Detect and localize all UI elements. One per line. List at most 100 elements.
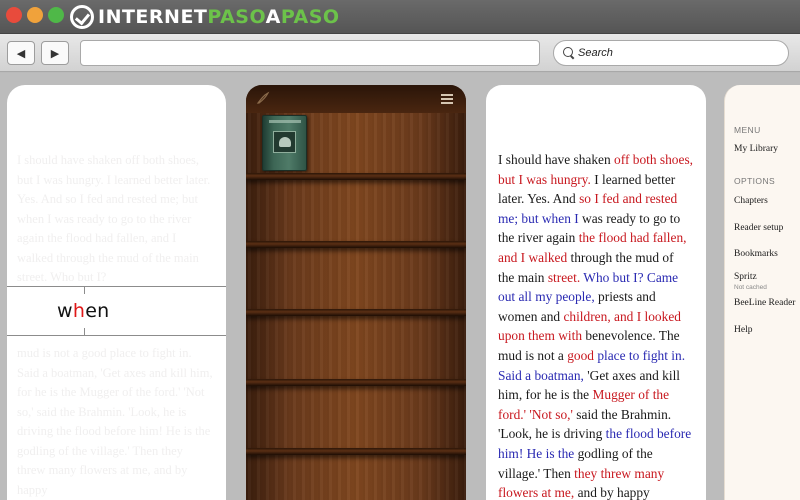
close-window-button[interactable] — [6, 7, 22, 23]
book-cover[interactable] — [262, 115, 307, 171]
menu-item-my-library[interactable]: My Library — [734, 144, 778, 154]
window-titlebar: INTERNETPASOAPASO — [0, 0, 800, 34]
reading-segment: godling of the — [574, 445, 653, 461]
reading-segment: me; but when I — [498, 210, 579, 226]
reading-segment: children, and I looked — [563, 308, 681, 324]
reading-segment: was ready to go to — [578, 210, 681, 226]
reading-segment: I should have shaken — [498, 152, 615, 167]
reading-segment: women and — [498, 308, 564, 324]
options-heading: OPTIONS — [734, 176, 776, 186]
reading-segment: so I fed and rested — [579, 191, 678, 207]
shelf-2 — [246, 241, 466, 248]
reading-panel[interactable]: I should have shaken off both shoes, but … — [486, 85, 706, 500]
reading-segment: they threw many — [574, 465, 665, 481]
reading-line: him! He is the godling of the — [498, 444, 703, 464]
menu-item-reader-setup[interactable]: Reader setup — [734, 223, 783, 233]
faded-text-bottom: mud is not a good place to fight in. Sai… — [17, 346, 213, 497]
reading-line: I should have shaken off both shoes, — [498, 150, 703, 170]
back-button[interactable]: ◀ — [7, 41, 35, 65]
reading-segment: 'Get axes and kill — [583, 367, 681, 383]
reading-segment: mud is not a — [498, 347, 568, 363]
flasher-bottom-rule — [7, 335, 226, 336]
search-input[interactable]: Search — [553, 40, 789, 66]
menu-item-spritz[interactable]: Spritz — [734, 272, 757, 282]
forward-arrow-icon: ▶ — [50, 47, 60, 60]
reading-segment: good — [567, 347, 594, 363]
site-logo: INTERNETPASOAPASO — [70, 4, 340, 30]
app-content: I should have shaken off both shoes, but… — [0, 73, 800, 500]
reading-segment: village.' Then — [498, 465, 575, 481]
reading-segment: the main — [498, 269, 548, 285]
reading-segment: off both shoes, — [614, 152, 694, 167]
flasher-bottom-tick — [84, 328, 85, 336]
maximize-window-button[interactable] — [48, 7, 64, 23]
minimize-window-button[interactable] — [27, 7, 43, 23]
reading-segment: him, for he is the — [498, 387, 593, 403]
search-placeholder: Search — [578, 47, 613, 59]
reading-line: out all my people, priests and — [498, 287, 703, 307]
reading-line: flowers at me, and by happy — [498, 483, 703, 500]
options-menu-panel: MENU My Library OPTIONS Chapters Reader … — [724, 85, 800, 500]
quill-icon[interactable] — [256, 91, 270, 105]
reading-segment: the flood had fallen, — [578, 230, 687, 246]
reading-line: but I was hungry. I learned better — [498, 170, 703, 190]
reading-segment: through the mud of — [567, 249, 674, 265]
hamburger-menu-icon[interactable] — [441, 94, 453, 104]
reading-segment: upon them with — [498, 328, 583, 344]
reading-segment: place to fight in. — [593, 347, 686, 363]
reading-segment: later. Yes. And — [498, 191, 580, 207]
reading-line: ford.' 'Not so,' said the Brahmin. — [498, 405, 703, 425]
reading-text: I should have shaken off both shoes, but … — [498, 150, 703, 500]
reading-line: the river again the flood had fallen, — [498, 228, 703, 248]
reading-line: me; but when I was ready to go to — [498, 209, 703, 229]
elephant-icon — [279, 137, 291, 147]
reading-line: upon them with benevolence. The — [498, 326, 703, 346]
reading-segment: priests and — [594, 289, 656, 305]
bookshelf-header — [246, 85, 466, 113]
reading-line: and I walked through the mud of — [498, 248, 703, 268]
menu-item-bookmarks[interactable]: Bookmarks — [734, 249, 778, 259]
reading-segment: Who but I? Came — [580, 269, 679, 285]
reading-segment: the flood before — [605, 426, 692, 442]
reading-segment: street. — [547, 269, 581, 285]
shelf-1 — [246, 173, 466, 180]
reading-segment: I learned better — [590, 171, 676, 187]
reading-line: 'Look, he is driving the flood before — [498, 424, 703, 444]
reading-line: later. Yes. And so I fed and rested — [498, 189, 703, 209]
faded-text-top: I should have shaken off both shoes, but… — [17, 153, 211, 284]
reading-segment: but I was hungry. — [498, 171, 591, 187]
shelf-5 — [246, 448, 466, 455]
reading-segment: benevolence. The — [582, 328, 680, 344]
reading-segment: and I walked — [498, 249, 568, 265]
logo-check-icon — [70, 5, 94, 29]
reading-segment: said the Brahmin. — [572, 406, 672, 422]
browser-toolbar: ◀ ▶ Search — [0, 34, 800, 72]
library-bookshelf-panel — [246, 85, 466, 500]
reading-segment: and by happy — [574, 485, 650, 500]
speed-reader-panel[interactable]: I should have shaken off both shoes, but… — [7, 85, 226, 500]
logo-text: INTERNETPASOAPASO — [98, 6, 340, 28]
reading-line: mud is not a good place to fight in. — [498, 346, 703, 366]
menu-item-chapters[interactable]: Chapters — [734, 196, 768, 206]
back-arrow-icon: ◀ — [16, 47, 26, 60]
book-title-mark — [269, 120, 301, 123]
reading-segment: 'Look, he is driving — [498, 426, 606, 442]
reading-line: Said a boatman, 'Get axes and kill — [498, 366, 703, 386]
flasher-top-tick — [84, 286, 85, 294]
shelf-4 — [246, 379, 466, 386]
reading-segment: the river again — [498, 230, 579, 246]
reading-segment: flowers at me, — [498, 485, 575, 500]
search-icon — [563, 47, 575, 59]
spritz-cache-status: Not cached — [734, 284, 767, 291]
flasher-word: when — [57, 300, 110, 322]
reading-segment: ford.' 'Not so,' — [498, 406, 573, 422]
reading-segment: out all my people, — [498, 289, 595, 305]
menu-item-help[interactable]: Help — [734, 325, 752, 335]
address-bar[interactable] — [80, 40, 540, 66]
reading-segment: him! He is the — [498, 445, 575, 461]
reading-segment: Said a boatman, — [498, 367, 584, 383]
menu-item-beeline-reader[interactable]: BeeLine Reader — [734, 298, 795, 308]
shelf-3 — [246, 309, 466, 316]
forward-button[interactable]: ▶ — [41, 41, 69, 65]
book-cover-plate — [273, 131, 296, 153]
